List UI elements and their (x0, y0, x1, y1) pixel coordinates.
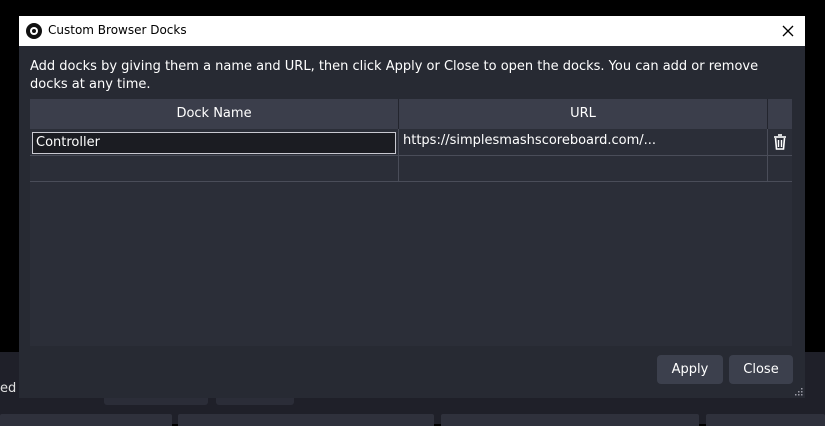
docks-table: Dock Name URL Controller https://simples… (30, 99, 792, 346)
custom-browser-docks-dialog: Custom Browser Docks Add docks by giving… (19, 16, 805, 398)
title-bar[interactable]: Custom Browser Docks (19, 16, 805, 46)
background-panel (0, 414, 172, 426)
url-cell[interactable] (399, 156, 768, 181)
obs-logo-icon (26, 23, 42, 39)
dialog-title: Custom Browser Docks (48, 23, 187, 37)
resize-grip-icon[interactable] (795, 388, 803, 396)
column-header-url[interactable]: URL (399, 99, 768, 129)
trash-icon (774, 134, 786, 150)
background-panel (178, 414, 434, 426)
dialog-description: Add docks by giving them a name and URL,… (30, 59, 759, 92)
background-partial-text: ed (0, 381, 17, 396)
dock-url-text: https://simplesmashscoreboard.com/... (403, 133, 657, 148)
dock-name-cell[interactable] (30, 156, 399, 181)
column-header-actions (768, 99, 792, 129)
dock-name-cell[interactable]: Controller (30, 129, 399, 155)
close-button[interactable]: Close (729, 355, 793, 384)
dock-name-input[interactable]: Controller (32, 132, 396, 154)
apply-button[interactable]: Apply (657, 355, 723, 384)
background-panel (441, 414, 699, 426)
table-row (30, 156, 792, 182)
column-header-dock-name[interactable]: Dock Name (30, 99, 399, 129)
delete-dock-button[interactable] (771, 133, 789, 151)
close-window-button[interactable] (775, 18, 801, 44)
table-row: Controller https://simplesmashscoreboard… (30, 129, 792, 156)
url-cell[interactable]: https://simplesmashscoreboard.com/... (399, 129, 768, 155)
actions-cell (768, 129, 792, 155)
close-icon (782, 25, 794, 37)
table-header: Dock Name URL (30, 99, 792, 129)
background-panel (706, 414, 825, 426)
actions-cell (768, 156, 792, 181)
